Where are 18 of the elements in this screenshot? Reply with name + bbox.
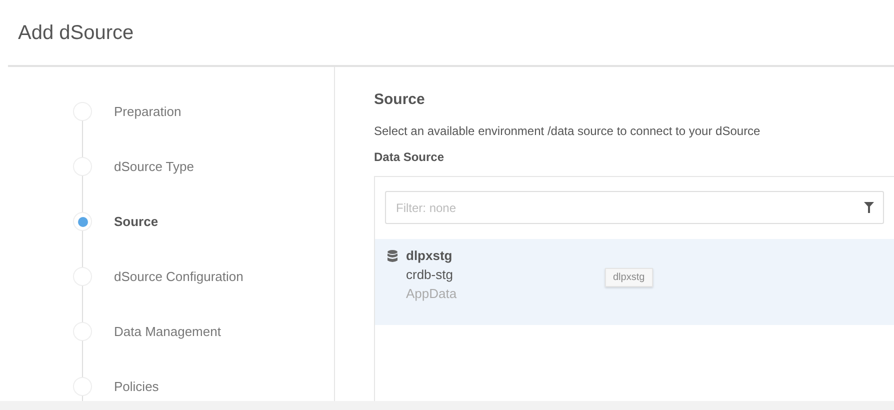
step-label[interactable]: dSource Type — [114, 159, 194, 174]
field-label: Data Source — [374, 150, 446, 164]
filter-icon — [864, 202, 874, 213]
filter-field[interactable]: Filter: none — [385, 191, 884, 224]
page-title: Add dSource — [17, 21, 135, 46]
source-host: crdb-stg — [406, 267, 454, 282]
step-label[interactable]: dSource Configuration — [114, 269, 244, 284]
tooltip: dlpxstg — [605, 268, 653, 287]
source-name: dlpxstg — [406, 248, 454, 263]
source-type: AppData — [406, 286, 457, 301]
data-source-row[interactable]: dlpxstg crdb-stg AppData dlpxstg — [375, 239, 894, 325]
step-label[interactable]: Data Management — [114, 324, 221, 339]
step-label[interactable]: Source — [114, 214, 158, 229]
step-label[interactable]: Policies — [114, 379, 159, 394]
database-icon — [387, 250, 398, 263]
step-label[interactable]: Preparation — [114, 104, 182, 119]
section-heading: Source — [374, 91, 426, 108]
section-description: Select an available environment /data source to connect to your dSource — [374, 124, 762, 138]
